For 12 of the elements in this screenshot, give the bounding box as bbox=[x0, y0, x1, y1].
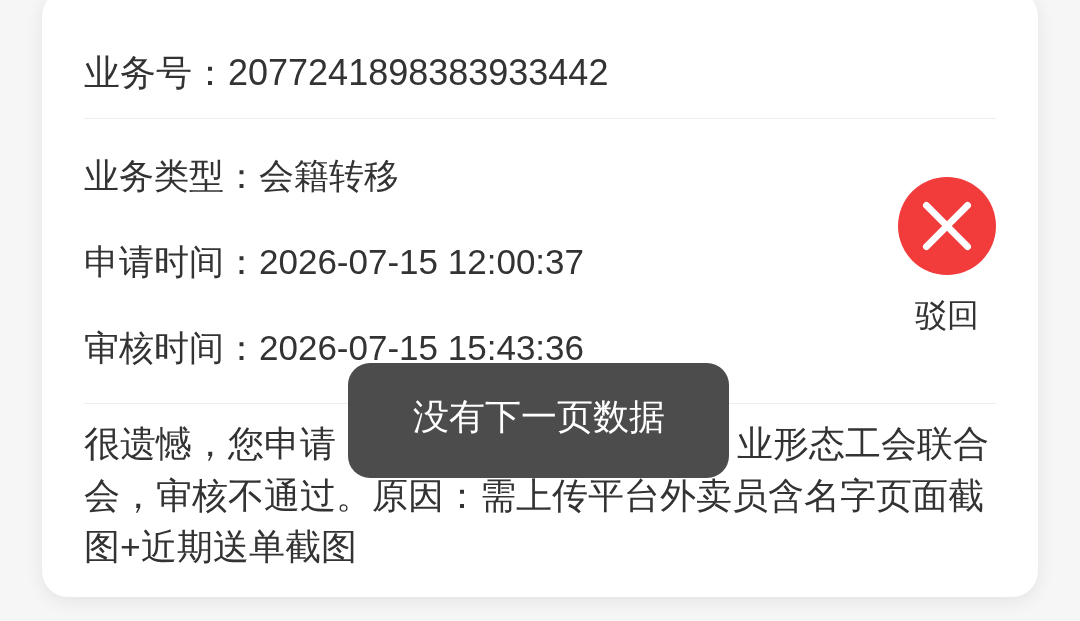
field-label: 申请时间： bbox=[84, 247, 259, 277]
message-text: 很遗憾，您申请 bbox=[84, 423, 336, 466]
field-value: 2026-07-15 15:43:36 bbox=[259, 333, 584, 363]
field-value: 会籍转移 bbox=[259, 161, 399, 191]
field-label: 业务类型： bbox=[84, 161, 259, 191]
toast: 没有下一页数据 bbox=[348, 363, 729, 478]
message-text: 业形态工会联合 bbox=[737, 423, 989, 466]
field-label: 业务号： bbox=[84, 51, 228, 95]
close-circle-icon bbox=[898, 177, 996, 275]
field-value: 2026-07-15 12:00:37 bbox=[259, 247, 584, 277]
status-label: 驳回 bbox=[915, 296, 979, 335]
field-value: 2077241898383933442 bbox=[228, 51, 609, 95]
